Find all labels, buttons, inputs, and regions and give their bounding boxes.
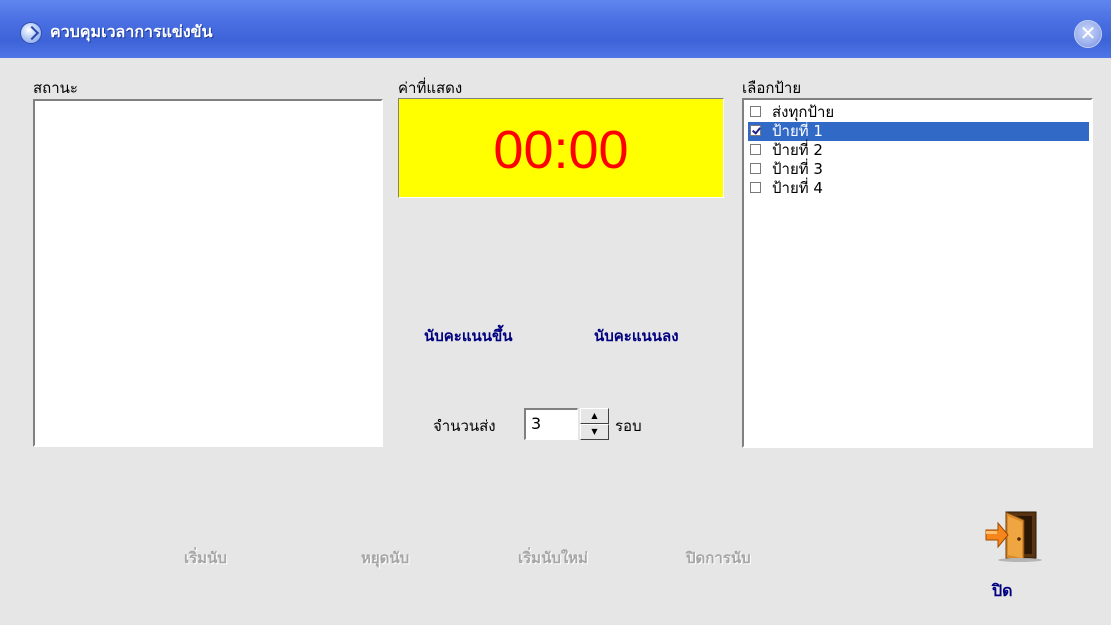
sign-item-label: ป้ายที่ 4 bbox=[772, 179, 823, 197]
start-count-button[interactable]: เริ่มนับ bbox=[184, 546, 227, 570]
sign-item-1[interactable]: ป้ายที่ 1 bbox=[748, 122, 1089, 141]
sign-item-label: ป้ายที่ 2 bbox=[772, 141, 823, 159]
sign-item-label: ป้ายที่ 3 bbox=[772, 160, 823, 178]
sign-item-4[interactable]: ป้ายที่ 4 bbox=[748, 179, 1089, 198]
spin-up-icon[interactable]: ▲ bbox=[580, 408, 609, 424]
stop-count-button[interactable]: หยุดนับ bbox=[361, 546, 409, 570]
send-count-input[interactable]: 3 bbox=[524, 408, 578, 440]
send-unit-label: รอบ bbox=[615, 417, 642, 435]
sign-item-label: ส่งทุกป้าย bbox=[772, 103, 835, 121]
checkbox[interactable] bbox=[750, 163, 761, 174]
title-bar[interactable]: ควบคุมเวลาการแข่งขัน ✕ bbox=[0, 0, 1111, 58]
window-title: ควบคุมเวลาการแข่งขัน bbox=[50, 22, 213, 41]
sign-list[interactable]: ส่งทุกป้าย ป้ายที่ 1 ป้ายที่ 2 ป้ายที่ 3… bbox=[742, 98, 1093, 448]
sign-item-3[interactable]: ป้ายที่ 3 bbox=[748, 160, 1089, 179]
count-up-button[interactable]: นับคะแนนขึ้น bbox=[424, 324, 513, 348]
end-count-button[interactable]: ปิดการนับ bbox=[686, 546, 751, 570]
competition-time-control-window: ควบคุมเวลาการแข่งขัน ✕ สถานะ ค่าที่แสดง … bbox=[0, 0, 1111, 625]
close-icon[interactable]: ✕ bbox=[1074, 20, 1102, 48]
checkbox[interactable] bbox=[750, 182, 761, 193]
count-down-button[interactable]: นับคะแนนลง bbox=[594, 324, 679, 348]
checkbox[interactable] bbox=[750, 106, 761, 117]
checkbox-checked[interactable] bbox=[750, 125, 761, 136]
status-list[interactable] bbox=[33, 99, 383, 447]
exit-button-label[interactable]: ปิด bbox=[992, 579, 1013, 604]
send-count-spinner: ▲ ▼ bbox=[580, 408, 609, 440]
spin-down-icon[interactable]: ▼ bbox=[580, 424, 609, 440]
sign-item-all[interactable]: ส่งทุกป้าย bbox=[748, 103, 1089, 122]
display-value: 00:00 bbox=[493, 120, 629, 180]
status-label: สถานะ bbox=[33, 79, 78, 97]
app-icon[interactable] bbox=[20, 22, 42, 44]
exit-door-icon[interactable] bbox=[984, 508, 1044, 563]
restart-count-button[interactable]: เริ่มนับใหม่ bbox=[518, 546, 588, 570]
display-panel: 00:00 bbox=[398, 98, 724, 198]
sign-item-2[interactable]: ป้ายที่ 2 bbox=[748, 141, 1089, 160]
display-label: ค่าที่แสดง bbox=[398, 79, 463, 97]
sign-item-label: ป้ายที่ 1 bbox=[772, 122, 823, 140]
checkbox[interactable] bbox=[750, 144, 761, 155]
sign-select-label: เลือกป้าย bbox=[742, 79, 802, 97]
send-count-label: จำนวนส่ง bbox=[433, 417, 496, 435]
